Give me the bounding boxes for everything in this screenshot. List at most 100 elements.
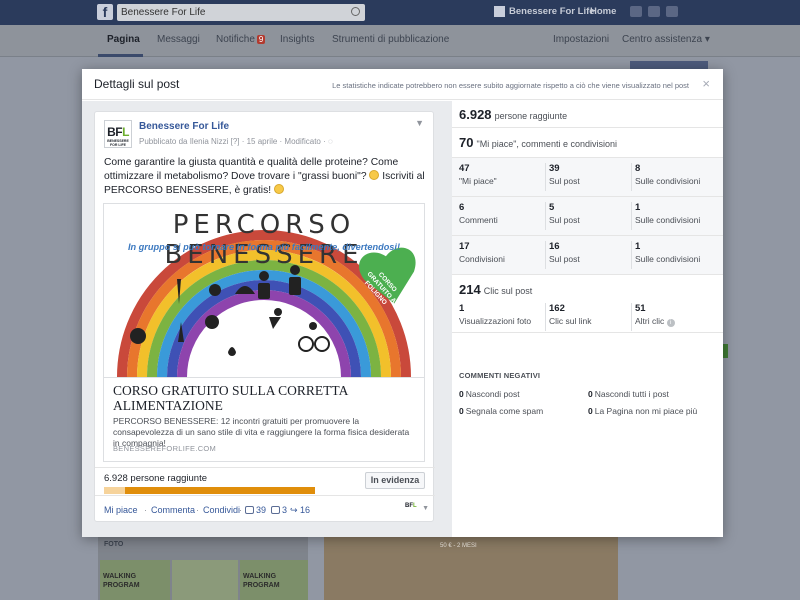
photo-thumb[interactable] [172, 560, 238, 600]
comments-count[interactable]: 3 [271, 505, 287, 515]
clicks-number: 214 [459, 282, 481, 297]
stats-pane: 6.928 persone raggiunte 70 "Mi piace", c… [452, 101, 723, 537]
share-arrow-icon: ↪ [290, 505, 301, 515]
shares-row: 17 Condivisioni 16 Sul post 1 Sulle condivi… [452, 236, 723, 275]
stat-value: 162 [549, 303, 565, 314]
negative-count: 0 [459, 406, 464, 416]
negative-label: Nascondi tutti i post [594, 389, 669, 399]
comment-link[interactable]: Commenta [151, 505, 195, 515]
stat-value: 47 [459, 163, 470, 174]
home-link[interactable]: Home [590, 6, 616, 17]
stat-label: "Mi piace" [459, 176, 497, 186]
negative-label: Nascondi post [465, 389, 520, 399]
post-actions: Mi piace · Commenta · Condividi · 39 3 ↪… [95, 495, 435, 523]
stat-value: 39 [549, 163, 560, 174]
facebook-logo-icon[interactable]: f [97, 4, 113, 20]
photos-label: FOTO [104, 541, 124, 548]
tab-messaggi[interactable]: Messaggi [157, 34, 200, 45]
search-input[interactable]: Benessere For Life [117, 4, 365, 21]
stat-label: Sul post [549, 176, 580, 186]
stat-label: Commenti [459, 215, 498, 225]
reach-label: 6.928 persone raggiunte [104, 473, 207, 484]
acting-as-avatar[interactable]: BFL [405, 503, 417, 515]
top-icons [630, 6, 684, 20]
page-avatar-icon [494, 6, 505, 17]
tab-impostazioni[interactable]: Impostazioni [553, 34, 609, 45]
reach-bar [104, 487, 315, 494]
smile-emoji-icon [369, 170, 380, 180]
avatar-logo: BFL [105, 125, 131, 139]
stat-label: Sul post [549, 215, 580, 225]
stat-label: Sul post [549, 254, 580, 264]
photo-thumb[interactable]: WALKING PROGRAM [100, 560, 170, 600]
separator: · [144, 505, 147, 515]
negative-item: 0 Segnala come spam [459, 406, 543, 416]
stat-value: 1 [459, 303, 465, 314]
link-image[interactable]: PERCORSO BENESSERE In gruppo si può torn… [104, 204, 424, 377]
negative-label: Segnala come spam [465, 406, 544, 416]
search-value: Benessere For Life [121, 7, 206, 18]
acting-avatar-l: L [413, 503, 417, 509]
photo-thumb[interactable]: WALKING PROGRAM [240, 560, 308, 600]
stat-label-text: Altri clic [635, 316, 665, 326]
negative-count: 0 [588, 406, 593, 416]
tab-strumenti[interactable]: Strumenti di pubblicazione [332, 34, 449, 45]
stat-cell: 39 Sul post [545, 163, 630, 191]
acting-avatar-bf: BF [405, 503, 413, 509]
stat-cell: 5 Sul post [545, 202, 630, 230]
shares-count-value: 16 [300, 505, 311, 515]
search-icon[interactable] [351, 7, 360, 16]
help-center-menu[interactable]: Centro assistenza ▾ [622, 34, 710, 45]
tab-pagina[interactable]: Pagina [107, 34, 140, 45]
link-title[interactable]: CORSO GRATUITO SULLA CORRETTA ALIMENTAZI… [113, 383, 413, 413]
separator: · [196, 505, 199, 515]
comments-count-value: 3 [282, 505, 288, 515]
dialog-header: Dettagli sul post Le statistiche indicat… [82, 69, 723, 100]
stat-cell: 51 Altri clic i [631, 303, 716, 331]
like-link[interactable]: Mi piace [104, 505, 138, 515]
stat-cell: 162 Clic sul link [545, 303, 630, 331]
stat-value: 1 [635, 202, 641, 213]
boost-post-button[interactable]: In evidenza [365, 472, 425, 489]
page-avatar[interactable]: BFL BENESSERE FOR LIFE [104, 120, 132, 148]
active-tab-indicator [98, 54, 143, 57]
likes-count[interactable]: 39 [245, 505, 266, 515]
link-preview[interactable]: PERCORSO BENESSERE In gruppo si può torn… [103, 203, 425, 462]
reach-bar-organic [104, 487, 126, 494]
notification-badge: 9 [256, 35, 266, 44]
friend-requests-icon[interactable] [630, 6, 642, 17]
negative-feedback-title: COMMENTI NEGATIVI [459, 371, 541, 380]
post-page-name[interactable]: Benessere For Life [139, 121, 229, 132]
stat-value: 6 [459, 202, 465, 213]
stat-value: 5 [549, 202, 555, 213]
shares-count[interactable]: ↪ 16 [290, 505, 310, 516]
separator: · [239, 505, 242, 515]
post-card: BFL BENESSERE FOR LIFE Benessere For Lif… [94, 111, 435, 523]
close-icon[interactable]: × [702, 76, 710, 91]
reach-summary-label: persone raggiunte [494, 111, 568, 121]
link-body[interactable]: CORSO GRATUITO SULLA CORRETTA ALIMENTAZI… [104, 377, 424, 461]
tab-insights[interactable]: Insights [280, 34, 314, 45]
stat-cell: 1 Visualizzazioni foto [459, 303, 544, 326]
top-page-link[interactable]: Benessere For Life [494, 6, 595, 17]
chevron-down-icon[interactable]: ▼ [422, 505, 429, 512]
negative-item: 0 Nascondi post [459, 389, 520, 399]
smile-emoji-icon [273, 184, 284, 194]
share-link[interactable]: Condividi [203, 505, 240, 515]
dialog-title: Dettagli sul post [94, 77, 180, 91]
stat-label: Sulle condivisioni [635, 215, 701, 225]
negative-item: 0 La Pagina non mi piace più [588, 406, 697, 416]
post-preview-pane: BFL BENESSERE FOR LIFE Benessere For Lif… [82, 101, 452, 537]
notifications-icon[interactable] [666, 6, 678, 17]
post-options-chevron-icon[interactable]: ▼ [415, 118, 424, 128]
clicks-label: Clic sul post [483, 286, 533, 296]
stats-note: Le statistiche indicate potrebbero non e… [332, 81, 689, 90]
clicks-block: 214 Clic sul post 1 Visualizzazioni foto … [452, 275, 723, 333]
messages-icon[interactable] [648, 6, 660, 17]
top-page-name: Benessere For Life [509, 6, 595, 18]
info-icon[interactable]: i [666, 319, 675, 327]
thumbs-up-icon [245, 506, 254, 514]
stat-label: Condivisioni [459, 254, 505, 264]
avatar-logo-bf: BF [107, 125, 123, 139]
tab-notifiche[interactable]: Notifiche 9 [216, 34, 266, 45]
